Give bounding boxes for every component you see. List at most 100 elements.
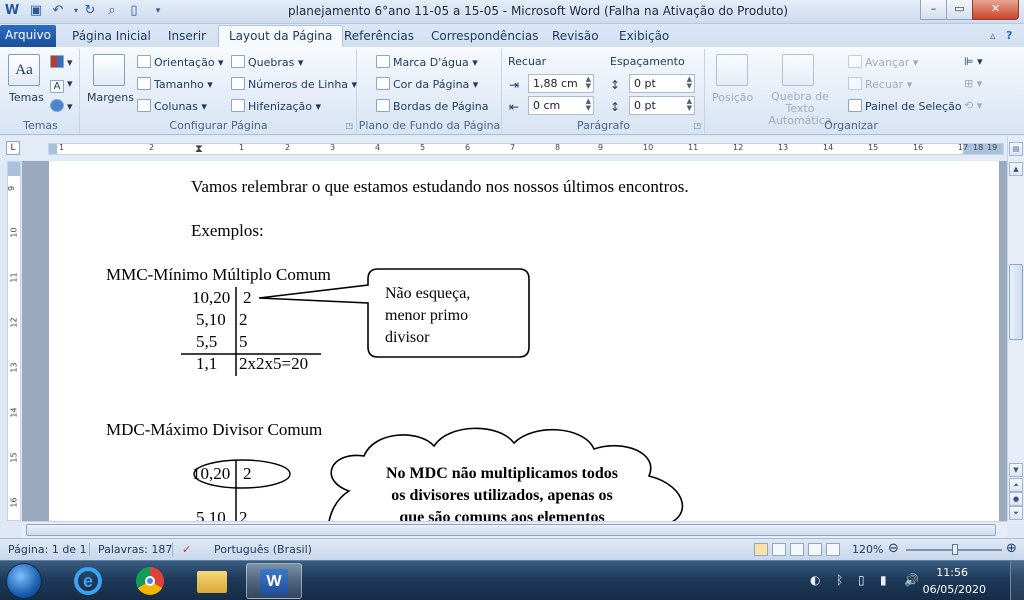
tab-pagina-inicial[interactable]: Página Inicial	[62, 27, 161, 45]
painel-de-selecao-button[interactable]: Painel de Seleção	[848, 99, 962, 114]
tab-referencias[interactable]: Referências	[334, 27, 424, 45]
theme-effects-icon[interactable]: ▾	[50, 99, 73, 114]
rotate-icon[interactable]: ⟲ ▾	[964, 99, 982, 113]
recuar-organizar-button[interactable]: Recuar ▾	[848, 77, 912, 92]
position-icon[interactable]	[716, 54, 748, 86]
numeros-de-linha-button[interactable]: Números de Linha ▾	[231, 77, 357, 92]
language-indicator[interactable]: Português (Brasil)	[214, 543, 312, 556]
page-setup-dialog-launcher[interactable]: ◳	[345, 121, 353, 130]
new-document-icon[interactable]: ▯	[126, 3, 142, 19]
vertical-scrollbar[interactable]: ▤ ▲ ▼ ⏶ ● ⏷	[1007, 136, 1024, 521]
theme-colors-icon[interactable]: ▾	[50, 55, 73, 70]
word-taskbar-icon[interactable]: W	[246, 563, 302, 599]
indent-marker-icon[interactable]: ⧗	[195, 142, 203, 156]
page-count[interactable]: Página: 1 de 1	[8, 543, 87, 556]
vruler-top-margin	[8, 162, 20, 176]
save-icon[interactable]: ▣	[28, 3, 44, 19]
zoom-in-icon[interactable]: ⊕	[1006, 541, 1017, 556]
internet-explorer-icon[interactable]: e	[62, 563, 118, 599]
tab-revisao[interactable]: Revisão	[542, 27, 609, 45]
minimize-button[interactable]: –	[920, 0, 947, 20]
hifenizacao-button[interactable]: Hifenização ▾	[231, 99, 321, 114]
size-icon	[137, 77, 151, 90]
posicao-button[interactable]: Posição	[712, 91, 753, 105]
quebras-button[interactable]: Quebras ▾	[231, 55, 303, 70]
print-layout-view-icon[interactable]	[754, 543, 768, 556]
clock-date[interactable]: 06/05/2020	[923, 583, 986, 596]
scroll-down-icon[interactable]: ▼	[1009, 463, 1023, 477]
network-icon[interactable]: ▮	[880, 573, 887, 587]
colunas-button[interactable]: Colunas ▾	[137, 99, 207, 114]
next-page-icon[interactable]: ⏷	[1009, 506, 1023, 520]
scroll-up-icon[interactable]: ▲	[1009, 162, 1023, 176]
vertical-ruler[interactable]: 9 10 11 12 13 14 15 16	[7, 161, 21, 521]
draft-view-icon[interactable]	[826, 543, 840, 556]
vruler-mark: 14	[9, 407, 19, 418]
browse-object-icon[interactable]: ●	[1009, 492, 1023, 506]
chrome-icon[interactable]	[122, 563, 178, 599]
help-icon[interactable]: ?	[1006, 29, 1012, 42]
volume-icon[interactable]: 🔊	[904, 573, 919, 587]
start-button-icon[interactable]	[6, 563, 42, 599]
undo-icon[interactable]: ↶	[50, 3, 66, 19]
word-app-icon[interactable]: W	[4, 3, 20, 19]
tamanho-button[interactable]: Tamanho ▾	[137, 77, 213, 92]
zoom-level[interactable]: 120%	[852, 543, 883, 556]
customize-toolbar-icon[interactable]: ▾	[150, 3, 166, 19]
redo-icon[interactable]: ↻	[82, 3, 98, 19]
tray-app-icon[interactable]: ◐	[810, 573, 820, 587]
tab-exibicao[interactable]: Exibição	[609, 27, 679, 45]
minimize-ribbon-icon[interactable]: ▵	[990, 29, 996, 42]
file-explorer-icon[interactable]	[184, 563, 240, 599]
espacamento-depois-input[interactable]: 0 pt ▲ ▼	[629, 96, 695, 115]
cor-da-pagina-button[interactable]: Cor da Página ▾	[376, 77, 478, 92]
align-icon[interactable]: ⊫ ▾	[964, 55, 983, 69]
web-layout-view-icon[interactable]	[790, 543, 804, 556]
tab-correspondencias[interactable]: Correspondências	[421, 27, 548, 45]
outline-view-icon[interactable]	[808, 543, 822, 556]
horizontal-scrollbar[interactable]	[22, 521, 1007, 538]
recuo-direita-input[interactable]: 0 cm ▲ ▼	[528, 96, 594, 115]
zoom-slider-thumb[interactable]	[952, 544, 958, 555]
margins-icon[interactable]	[93, 54, 125, 86]
tab-layout-da-pagina[interactable]: Layout da Página	[218, 25, 344, 47]
espacamento-antes-input[interactable]: 0 pt ▲ ▼	[629, 74, 695, 93]
horizontal-ruler[interactable]: 1 2 ⧗ 1 2 3 4 5 6 7 8 9 10 11 12 13 14 1…	[48, 142, 1004, 156]
word-count[interactable]: Palavras: 187	[98, 543, 172, 556]
page-borders-icon	[376, 99, 390, 112]
bordas-de-pagina-button[interactable]: Bordas de Página	[376, 99, 488, 114]
close-button[interactable]: ✕	[972, 0, 1019, 20]
tab-selector[interactable]: L	[6, 141, 20, 155]
show-desktop-button[interactable]	[1010, 561, 1024, 600]
bluetooth-icon[interactable]: ᛒ	[836, 573, 843, 587]
battery-icon[interactable]: ▯	[858, 573, 865, 587]
orientacao-button[interactable]: Orientação ▾	[137, 55, 224, 70]
tab-inserir[interactable]: Inserir	[158, 27, 216, 45]
proofing-icon[interactable]: ✓	[182, 543, 191, 556]
clock-time[interactable]: 11:56	[936, 566, 968, 579]
full-screen-view-icon[interactable]	[772, 543, 786, 556]
temas-button[interactable]: Temas	[9, 91, 44, 105]
bring-forward-icon	[848, 55, 862, 68]
zoom-out-icon[interactable]: ⊖	[888, 541, 899, 556]
marca-dagua-button[interactable]: Marca D'água ▾	[376, 55, 478, 70]
themes-icon[interactable]: Aa	[8, 54, 40, 86]
group-objects-icon[interactable]: ⊞ ▾	[964, 77, 982, 91]
document-page[interactable]: Vamos relembrar o que estamos estudando …	[49, 161, 999, 521]
recuo-esquerda-input[interactable]: 1,88 cm ▲ ▼	[528, 74, 594, 93]
mdc-divisor: 2	[243, 464, 252, 483]
print-preview-icon[interactable]: ⌕	[104, 3, 120, 19]
tab-arquivo[interactable]: Arquivo	[0, 25, 56, 47]
vertical-scroll-thumb[interactable]	[1009, 264, 1023, 340]
avancar-button[interactable]: Avançar ▾	[848, 55, 918, 70]
vruler-mark: 9	[7, 185, 17, 192]
paragraph-dialog-launcher[interactable]: ◳	[693, 121, 701, 130]
recuar-label: Recuar	[508, 55, 547, 68]
horizontal-scroll-thumb[interactable]	[26, 524, 996, 536]
maximize-button[interactable]: ▭	[946, 0, 973, 20]
margens-button[interactable]: Margens	[87, 91, 134, 105]
previous-page-icon[interactable]: ⏶	[1009, 478, 1023, 492]
wrap-text-icon[interactable]	[782, 54, 814, 86]
theme-fonts-icon[interactable]: A ▾	[50, 77, 73, 93]
ruler-toggle-icon[interactable]: ▤	[1009, 142, 1023, 156]
